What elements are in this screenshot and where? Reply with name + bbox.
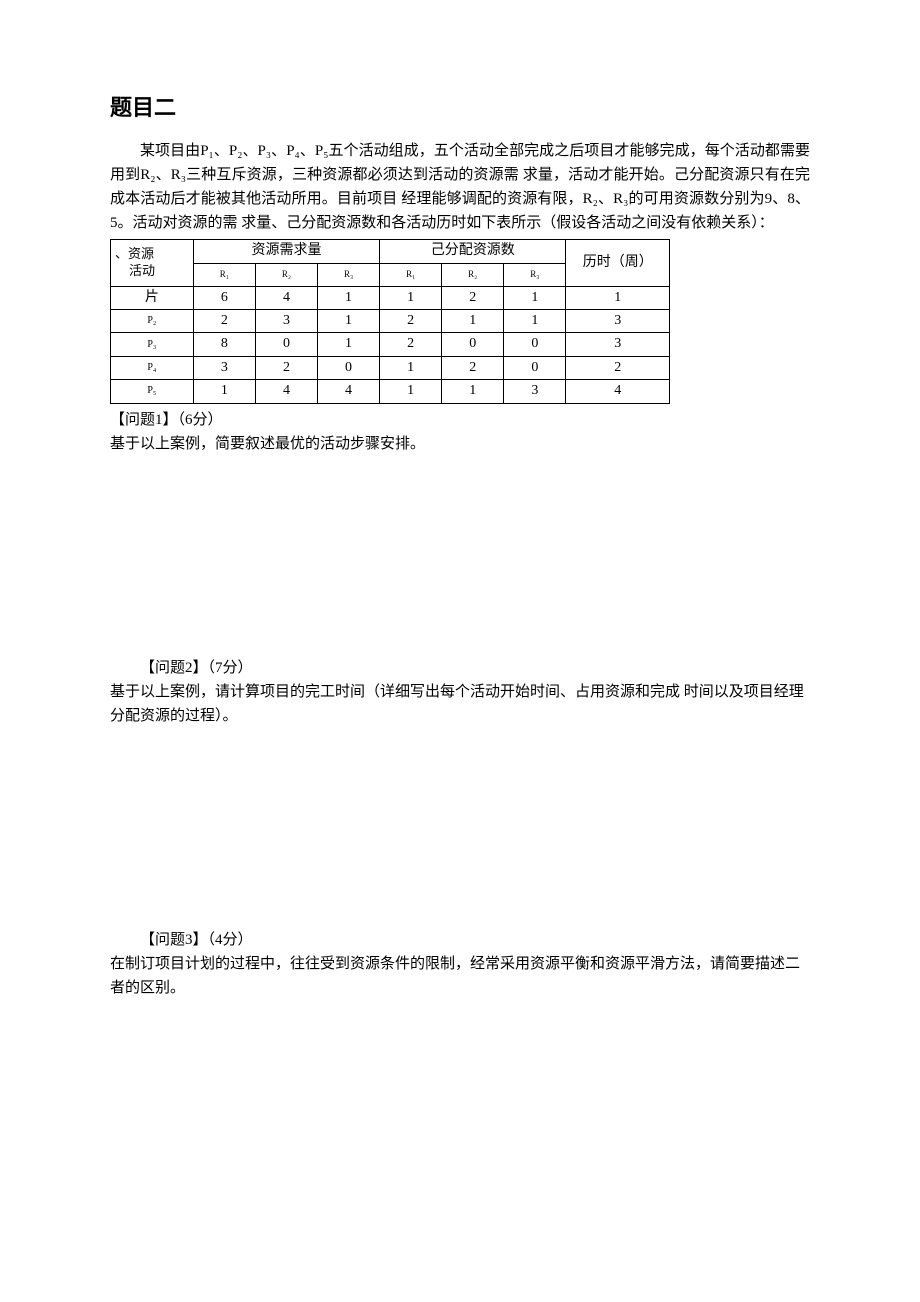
corner-top: 、资源 <box>115 246 154 261</box>
cell: 2 <box>566 356 670 379</box>
question-2-body: 基于以上案例，请计算项目的完工时间（详细写出每个活动开始时间、占用资源和完成 时… <box>110 680 810 728</box>
table-header-row: 、资源 活动 资源需求量 己分配资源数 历时（周） <box>111 240 670 263</box>
table-corner: 、资源 活动 <box>111 240 194 286</box>
sub-r2: R₂ <box>255 263 317 286</box>
cell: 2 <box>442 356 504 379</box>
question-1-body: 基于以上案例，简要叙述最优的活动步骤安排。 <box>110 432 810 456</box>
sub-r2: R₂ <box>442 263 504 286</box>
cell: 1 <box>317 286 379 309</box>
cell: 4 <box>255 286 317 309</box>
resource-table: 、资源 活动 资源需求量 己分配资源数 历时（周） R₁ R₂ R₃ R₁ R₂… <box>110 239 670 403</box>
table-row: P₂ 2 3 1 2 1 1 3 <box>111 309 670 332</box>
sub-r1: R₁ <box>380 263 442 286</box>
row-name: 片 <box>111 286 194 309</box>
table-row: P₅ 1 4 4 1 1 3 4 <box>111 380 670 403</box>
cell: 1 <box>504 309 566 332</box>
cell: 1 <box>380 380 442 403</box>
cell: 1 <box>380 356 442 379</box>
cell: 1 <box>442 380 504 403</box>
row-name: P₄ <box>111 356 194 379</box>
sub-r3: R₃ <box>317 263 379 286</box>
question-3-head: 【问题3】（4分） <box>110 928 810 952</box>
question-2-head: 【问题2】（7分） <box>110 656 810 680</box>
cell: 4 <box>255 380 317 403</box>
row-name: P₅ <box>111 380 194 403</box>
cell: 2 <box>442 286 504 309</box>
cell: 2 <box>255 356 317 379</box>
cell: 2 <box>380 333 442 356</box>
cell: 1 <box>193 380 255 403</box>
sub-r1: R₁ <box>193 263 255 286</box>
cell: 2 <box>380 309 442 332</box>
intro-paragraph: 某项目由P₁、P₂、P₃、P₄、P₅五个活动组成，五个活动全部完成之后项目才能够… <box>110 139 810 235</box>
page-title: 题目二 <box>110 90 810 125</box>
cell: 3 <box>193 356 255 379</box>
cell: 0 <box>317 356 379 379</box>
cell: 4 <box>566 380 670 403</box>
table-row: P₃ 8 0 1 2 0 0 3 <box>111 333 670 356</box>
header-demand: 资源需求量 <box>193 240 379 263</box>
cell: 1 <box>317 309 379 332</box>
cell: 2 <box>193 309 255 332</box>
cell: 3 <box>566 309 670 332</box>
corner-bottom: 活动 <box>115 263 155 278</box>
cell: 0 <box>442 333 504 356</box>
cell: 0 <box>255 333 317 356</box>
cell: 6 <box>193 286 255 309</box>
question-1-head: 【问题1】（6分） <box>110 408 810 432</box>
cell: 4 <box>317 380 379 403</box>
cell: 3 <box>504 380 566 403</box>
question-3-body: 在制订项目计划的过程中，往往受到资源条件的限制，经常采用资源平衡和资源平滑方法，… <box>110 952 810 1000</box>
cell: 3 <box>255 309 317 332</box>
cell: 8 <box>193 333 255 356</box>
cell: 1 <box>566 286 670 309</box>
row-name: P₂ <box>111 309 194 332</box>
cell: 0 <box>504 333 566 356</box>
header-time: 历时（周） <box>566 240 670 286</box>
cell: 1 <box>317 333 379 356</box>
cell: 1 <box>380 286 442 309</box>
table-row: P₄ 3 2 0 1 2 0 2 <box>111 356 670 379</box>
cell: 1 <box>442 309 504 332</box>
header-alloc: 己分配资源数 <box>380 240 566 263</box>
row-name: P₃ <box>111 333 194 356</box>
table-row: 片 6 4 1 1 2 1 1 <box>111 286 670 309</box>
cell: 1 <box>504 286 566 309</box>
cell: 3 <box>566 333 670 356</box>
sub-r3: R₃ <box>504 263 566 286</box>
cell: 0 <box>504 356 566 379</box>
